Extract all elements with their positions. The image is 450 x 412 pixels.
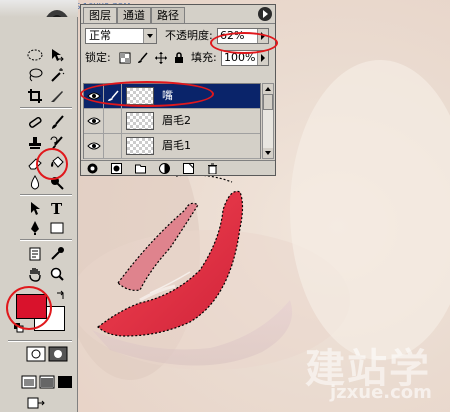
layer-thumbnail: [126, 112, 154, 130]
toolbox-divider: [20, 194, 72, 196]
blend-mode-select[interactable]: 正常: [85, 28, 157, 44]
toolbox-divider: [20, 239, 72, 241]
tab-channels[interactable]: 通道: [117, 7, 151, 23]
layer-row[interactable]: 眉毛1: [84, 134, 260, 159]
screen-mode-standard-icon[interactable]: [20, 373, 38, 391]
healing-brush-icon[interactable]: [26, 113, 44, 131]
swap-colors-icon[interactable]: [56, 290, 66, 300]
toolbox-divider: [8, 340, 72, 342]
layer-set-icon[interactable]: [135, 163, 146, 174]
hand-icon[interactable]: [26, 265, 44, 283]
opacity-label: 不透明度:: [165, 29, 213, 42]
toolbox-header: [0, 0, 78, 50]
watermark-url: jzxue.com: [330, 382, 432, 403]
adjustment-layer-icon[interactable]: [159, 163, 170, 174]
svg-text:T: T: [51, 200, 63, 216]
callout-layer-circle: [80, 81, 214, 107]
tab-layers[interactable]: 图层: [83, 7, 117, 23]
path-selection-icon[interactable]: [26, 199, 44, 217]
layer-mask-icon[interactable]: [111, 163, 122, 174]
lock-image-icon[interactable]: [137, 52, 149, 64]
scroll-thumb[interactable]: [263, 94, 273, 110]
screen-mode-menu-icon[interactable]: [38, 373, 56, 391]
blend-mode-value: 正常: [89, 29, 111, 42]
brush-icon[interactable]: [48, 113, 66, 131]
type-icon[interactable]: T: [48, 199, 66, 217]
layer-style-icon[interactable]: [87, 163, 98, 174]
visibility-eye-icon[interactable]: [84, 134, 104, 158]
link-cell[interactable]: [104, 109, 122, 133]
layer-name: 眉毛1: [162, 139, 191, 152]
fill-label: 填充:: [191, 51, 217, 64]
callout-paint-bucket-circle: [36, 148, 68, 180]
photoshop-screenshot: PS教程论坛 BBS.16XX8.COM: [0, 0, 450, 412]
tab-paths[interactable]: 路径: [151, 7, 185, 23]
scroll-up-icon[interactable]: [263, 84, 273, 94]
photoshop-eye-icon: [43, 10, 71, 50]
lock-label: 锁定:: [85, 51, 111, 64]
notes-icon[interactable]: [26, 245, 44, 263]
trash-icon[interactable]: [207, 163, 218, 174]
lock-position-icon[interactable]: [155, 52, 167, 64]
standard-mode-icon[interactable]: [26, 346, 46, 362]
toolbox-divider: [20, 107, 72, 109]
panel-bottom-bar: [81, 160, 275, 176]
eyedropper-icon[interactable]: [48, 245, 66, 263]
scroll-down-icon[interactable]: [263, 148, 273, 158]
slice-icon[interactable]: [48, 87, 66, 105]
callout-opacity-circle: [210, 32, 278, 54]
chevron-down-icon: [143, 29, 156, 43]
crop-icon[interactable]: [26, 87, 44, 105]
lasso-icon[interactable]: [26, 66, 44, 84]
layer-row[interactable]: 眉毛2: [84, 109, 260, 134]
fill-slider-arrow-icon[interactable]: [257, 51, 268, 65]
panel-tab-bar: 图层 通道 路径: [81, 5, 275, 24]
move-icon[interactable]: [48, 46, 66, 64]
panel-menu-icon[interactable]: [258, 7, 272, 21]
quick-mask-mode-icon[interactable]: [48, 346, 68, 362]
magic-wand-icon[interactable]: [48, 66, 66, 84]
layer-name: 眉毛2: [162, 114, 191, 127]
layer-thumbnail: [126, 137, 154, 155]
lock-transparency-icon[interactable]: [119, 52, 131, 64]
callout-color-swatch-circle: [6, 286, 52, 330]
toolbox: T: [0, 0, 78, 412]
visibility-eye-icon[interactable]: [84, 109, 104, 133]
rectangle-icon[interactable]: [48, 219, 66, 237]
screen-mode-full-icon[interactable]: [56, 373, 74, 391]
new-layer-icon[interactable]: [183, 163, 194, 174]
zoom-icon[interactable]: [48, 265, 66, 283]
link-cell[interactable]: [104, 134, 122, 158]
jump-to-imageready-icon[interactable]: [26, 394, 50, 412]
pen-icon[interactable]: [26, 219, 44, 237]
lock-all-icon[interactable]: [173, 52, 185, 64]
marquee-icon[interactable]: [26, 46, 44, 64]
clone-stamp-icon[interactable]: [26, 134, 44, 152]
layers-scrollbar[interactable]: [262, 83, 274, 159]
